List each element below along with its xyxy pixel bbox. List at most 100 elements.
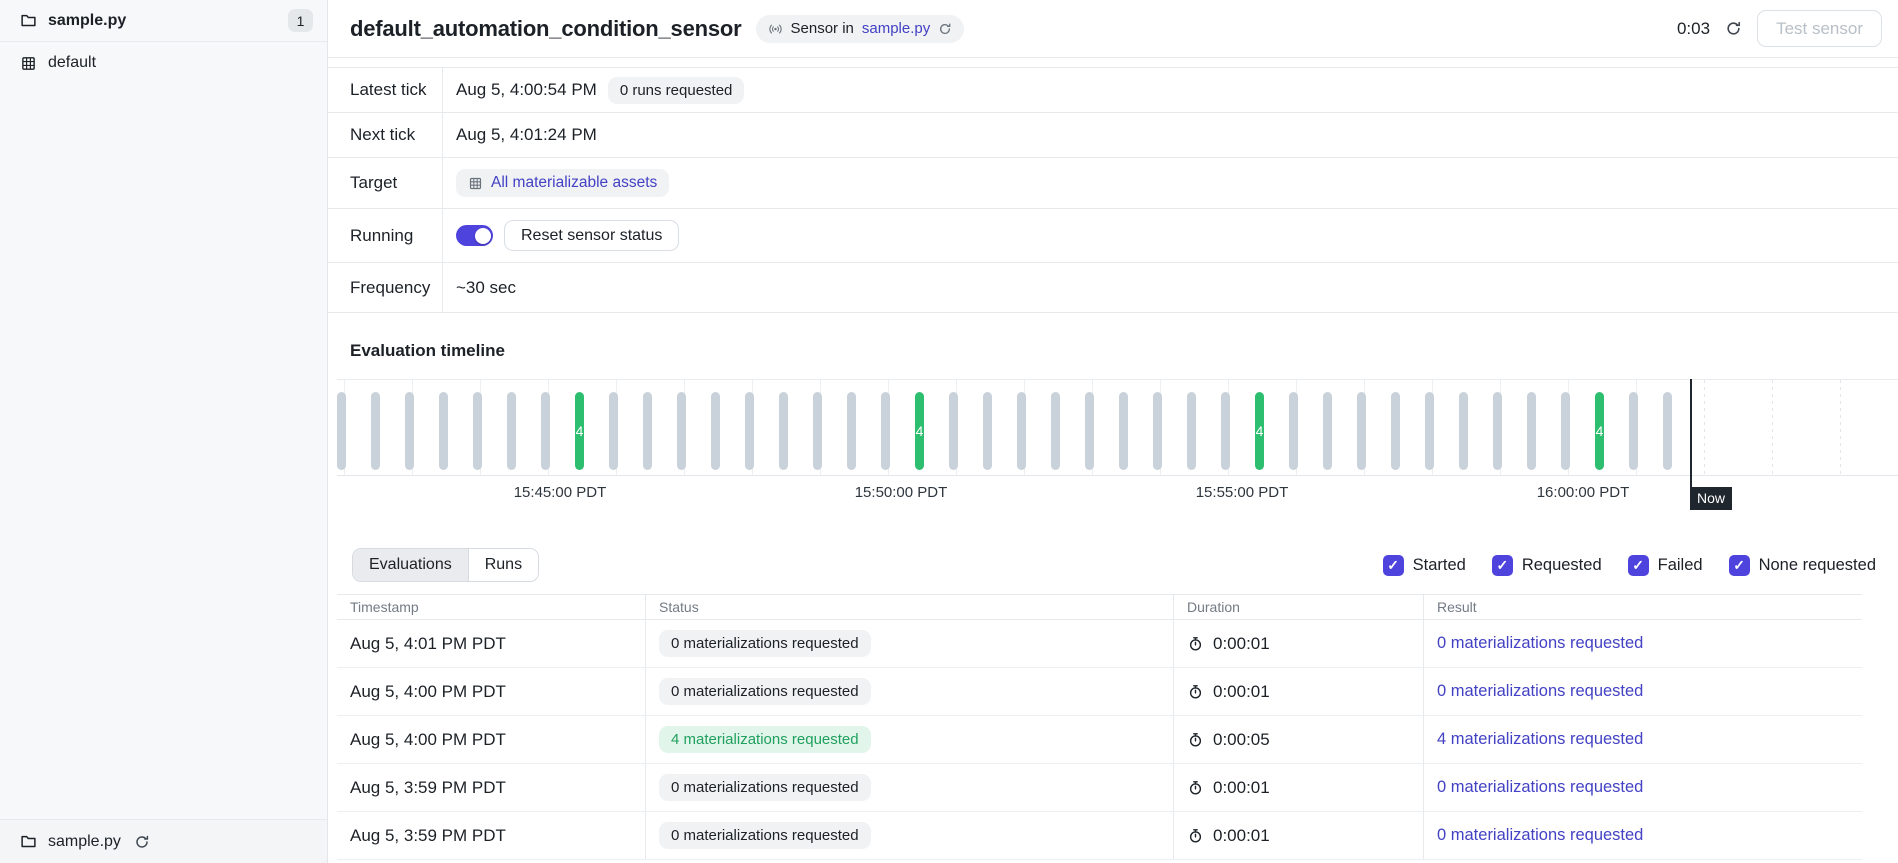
timeline-axis-label: 15:45:00 PDT [514,484,607,501]
view-tabs: EvaluationsRuns [352,548,539,582]
column-header-status: Status [645,595,1173,619]
result-link[interactable]: 0 materializations requested [1437,634,1643,653]
timeline-tick-bar[interactable] [439,392,448,470]
stopwatch-icon [1187,779,1204,796]
timeline-tick-bar[interactable] [813,392,822,470]
status-cell: 0 materializations requested [645,620,1173,667]
duration-cell: 0:00:05 [1173,716,1423,763]
timeline-tick-bar[interactable] [1459,392,1468,470]
timeline-tick-bar[interactable]: 4 [1255,392,1264,470]
sidebar-item-sample-py[interactable]: sample.py 1 [0,0,327,42]
timeline-tick-bar[interactable] [541,392,550,470]
timeline-axis-label: 15:50:00 PDT [855,484,948,501]
duration-cell: 0:00:01 [1173,812,1423,859]
evaluations-table: Timestamp Status Duration Result Aug 5, … [337,594,1862,860]
timeline-tick-bar[interactable] [779,392,788,470]
column-header-duration: Duration [1173,595,1423,619]
timeline-tick-bar[interactable] [1017,392,1026,470]
refresh-icon [134,834,150,850]
timeline-tick-bar[interactable] [1051,392,1060,470]
timeline-tick-bar[interactable] [371,392,380,470]
sidebar-item-label: sample.py [48,12,126,30]
reset-sensor-status-button[interactable]: Reset sensor status [504,220,679,251]
page-header: default_automation_condition_sensor Sens… [328,0,1898,58]
timestamp-cell: Aug 5, 3:59 PM PDT [337,764,645,811]
timeline-tick-bar[interactable] [1221,392,1230,470]
timeline-tick-bar[interactable] [1425,392,1434,470]
timeline-tick-bar[interactable] [643,392,652,470]
result-link[interactable]: 0 materializations requested [1437,778,1643,797]
tab-evaluations[interactable]: Evaluations [353,549,468,581]
detail-row-frequency: Frequency ~30 sec [328,263,1898,313]
timeline-tick-bar[interactable]: 4 [1595,392,1604,470]
stopwatch-icon [1187,635,1204,652]
timeline-tick-bar[interactable] [473,392,482,470]
timeline-tick-bar[interactable] [949,392,958,470]
timeline-tick-bar[interactable] [1153,392,1162,470]
reload-location-button[interactable] [132,832,152,852]
filter-checkbox-requested[interactable]: ✓Requested [1492,555,1602,576]
timeline-tick-bar[interactable] [677,392,686,470]
timeline-tick-bar[interactable] [1527,392,1536,470]
now-marker-line [1690,379,1692,488]
timeline-tick-bar[interactable] [507,392,516,470]
timeline-tick-bar[interactable] [881,392,890,470]
timeline-tick-bar[interactable] [1289,392,1298,470]
tab-runs[interactable]: Runs [468,549,538,581]
detail-label: Latest tick [328,68,443,112]
timeline-tick-bar[interactable]: 4 [575,392,584,470]
status-cell: 0 materializations requested [645,668,1173,715]
status-pill: 0 materializations requested [659,774,871,801]
timeline-tick-bar[interactable] [405,392,414,470]
checkbox-checked-icon: ✓ [1729,555,1750,576]
result-link[interactable]: 4 materializations requested [1437,730,1643,749]
timeline-tick-bar[interactable] [337,392,346,470]
duration-cell: 0:00:01 [1173,620,1423,667]
timeline-tick-bar[interactable] [711,392,720,470]
filter-label: Failed [1658,556,1703,575]
status-pill: 0 materializations requested [659,822,871,849]
filter-checkbox-none-requested[interactable]: ✓None requested [1729,555,1876,576]
timeline-tick-bar[interactable] [1323,392,1332,470]
timeline-tick-bar[interactable] [1085,392,1094,470]
timeline-tick-bar[interactable] [1187,392,1196,470]
controls-row: EvaluationsRuns ✓Started ✓Requested ✓ Faile… [352,548,1876,582]
timeline-tick-bar[interactable] [1629,392,1638,470]
refresh-button[interactable] [1723,18,1744,39]
detail-row-running: Running Reset sensor status [328,209,1898,263]
timeline-tick-bar[interactable] [1357,392,1366,470]
sidebar-item-default[interactable]: default [0,42,327,84]
timeline-tick-bar[interactable] [1561,392,1570,470]
timeline-gridline [1704,380,1705,475]
timeline-tick-bar[interactable] [847,392,856,470]
timestamp-cell: Aug 5, 4:00 PM PDT [337,668,645,715]
result-link[interactable]: 0 materializations requested [1437,826,1643,845]
test-sensor-button[interactable]: Test sensor [1757,10,1882,47]
running-toggle[interactable] [456,225,493,246]
badge-file-link[interactable]: sample.py [862,20,930,37]
timeline-tick-bar[interactable] [745,392,754,470]
timeline-tick-bar[interactable] [609,392,618,470]
table-row: Aug 5, 4:00 PM PDT 0 materializations req… [337,668,1862,716]
status-pill: 0 materializations requested [659,678,871,705]
table-row: Aug 5, 3:59 PM PDT 0 materializations req… [337,764,1862,812]
stopwatch-icon [1187,731,1204,748]
status-cell: 0 materializations requested [645,764,1173,811]
target-assets-link[interactable]: All materializable assets [456,169,669,197]
status-pill: 0 materializations requested [659,630,871,657]
timeline-tick-bar[interactable] [983,392,992,470]
refresh-icon [1725,20,1742,37]
timeline-tick-bar[interactable] [1493,392,1502,470]
timeline-tick-bar[interactable] [1663,392,1672,470]
filter-checkbox-failed[interactable]: ✓ Failed [1628,555,1703,576]
status-cell: 4 materializations requested [645,716,1173,763]
filter-checkbox-started[interactable]: ✓Started [1383,555,1466,576]
sensor-origin-badge: Sensor in sample.py [756,15,965,43]
timeline-tick-bar[interactable]: 4 [915,392,924,470]
timeline-tick-bar[interactable] [1119,392,1128,470]
checkbox-checked-icon: ✓ [1628,555,1649,576]
timeline-tick-bar[interactable] [1391,392,1400,470]
header-actions: 0:03 Test sensor [1677,10,1882,47]
result-link[interactable]: 0 materializations requested [1437,682,1643,701]
sidebar-footer: sample.py [0,819,327,863]
